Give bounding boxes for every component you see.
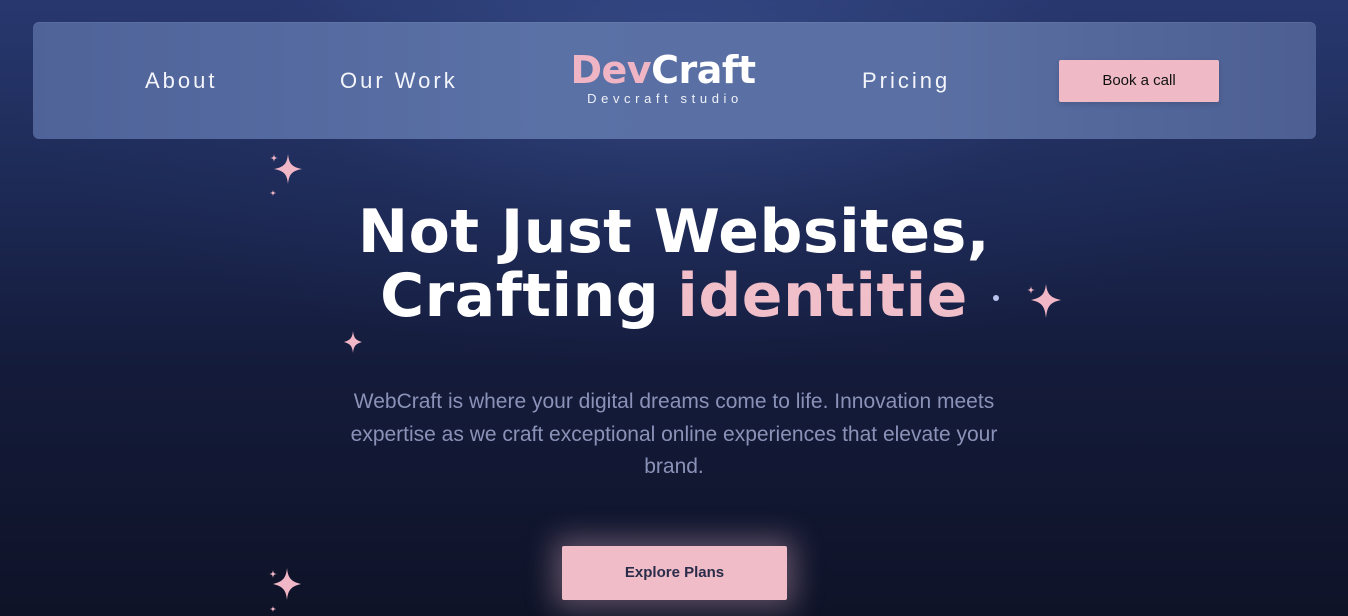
hero-title-accent: identitie: [677, 261, 968, 331]
logo-tagline: Devcraft studio: [587, 91, 743, 106]
explore-plans-button[interactable]: Explore Plans: [562, 546, 787, 600]
nav-link-pricing[interactable]: Pricing: [862, 22, 950, 139]
sparkle-icon: [269, 568, 301, 612]
hero-title-prefix: Crafting: [380, 261, 660, 331]
logo-craft: Craft: [651, 48, 756, 92]
navbar: About Our Work DevCraft Devcraft studio …: [33, 22, 1316, 139]
logo-dev: Dev: [570, 48, 652, 92]
nav-link-our-work[interactable]: Our Work: [340, 22, 458, 139]
hero-title-line-1: Not Just Websites,: [357, 197, 991, 267]
book-call-button[interactable]: Book a call: [1059, 60, 1219, 102]
logo[interactable]: DevCraft Devcraft studio: [565, 50, 761, 106]
sparkle-icon: [270, 154, 302, 196]
hero-description: WebCraft is where your digital dreams co…: [350, 390, 998, 478]
logo-wordmark: DevCraft: [565, 50, 761, 90]
hero-title-line-2: Crafting identitie: [274, 264, 1074, 328]
nav-link-about[interactable]: About: [145, 22, 218, 139]
hero-title: Not Just Websites, Crafting identitie: [274, 200, 1074, 328]
sparkle-icon: [344, 331, 362, 353]
